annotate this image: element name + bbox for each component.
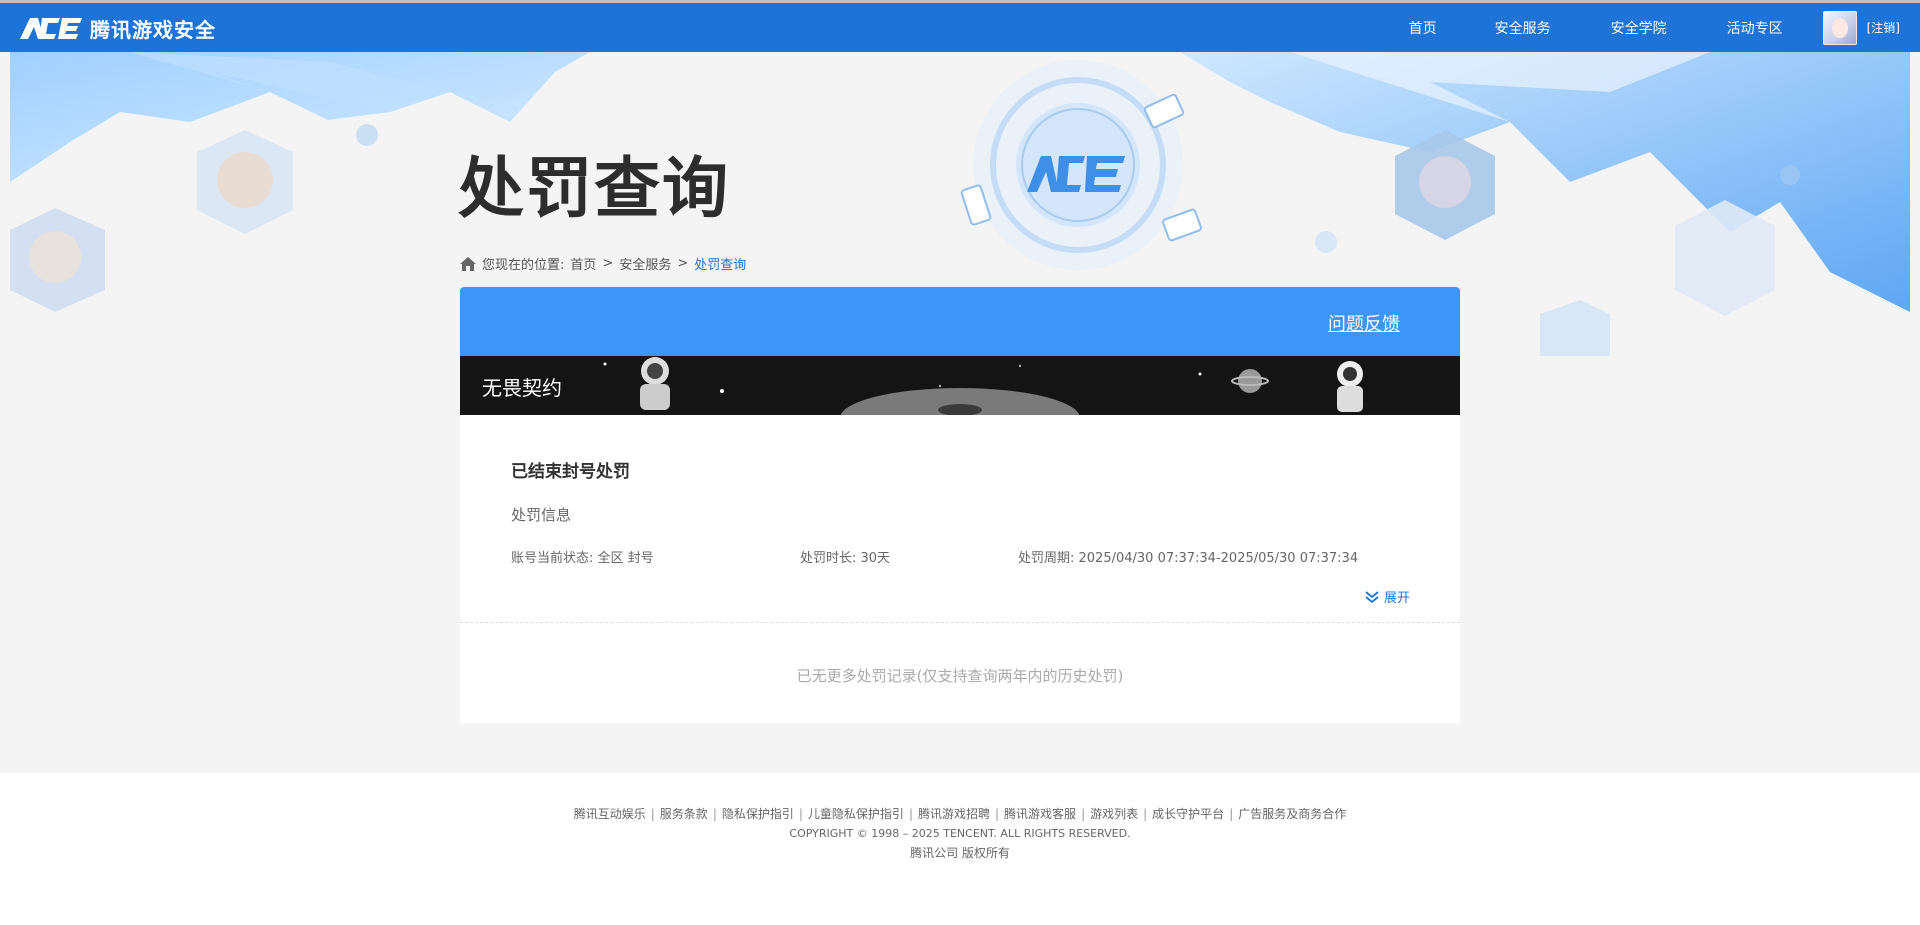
footer-link-support[interactable]: 腾讯游戏客服: [1004, 807, 1076, 821]
footer-link-ads-business[interactable]: 广告服务及商务合作: [1238, 807, 1346, 821]
footer: 腾讯互动娱乐 | 服务条款 | 隐私保护指引 | 儿童隐私保护指引 | 腾讯游戏招聘 | 腾讯游戏客…: [0, 773, 1920, 925]
astronaut-left-icon: [640, 357, 670, 410]
account-status: 账号当前状态: 全区 封号: [511, 551, 654, 566]
hero-hexagon-4: [1675, 200, 1775, 316]
footer-link-terms[interactable]: 服务条款: [660, 807, 708, 821]
planet-icon: [1231, 369, 1269, 393]
ace-logo[interactable]: 腾讯游戏安全: [18, 13, 216, 43]
user-avatar[interactable]: [1822, 10, 1857, 45]
game-name: 无畏契约: [482, 376, 562, 400]
copyright: COPYRIGHT © 1998 – 2025 TENCENT. ALL RIG…: [789, 827, 1131, 840]
top-header: 腾讯游戏安全 首页 安全服务 安全学院 活动专区 [注销]: [0, 0, 1920, 52]
astronaut-right-icon: [1337, 361, 1363, 412]
breadcrumb-separator: >: [677, 256, 689, 271]
punishment-panel: 问题反馈 无畏契约 已结束封号处罚 处罚信息 账号当前状态: 全区 封号 处罚时…: [460, 287, 1460, 723]
ace-logo-icon: [20, 18, 82, 39]
breadcrumb: 您现在的位置: 首页 > 安全服务 > 处罚查询: [460, 254, 746, 273]
punishment-duration: 处罚时长: 30天: [800, 551, 891, 566]
footer-link-game-list[interactable]: 游戏列表: [1090, 807, 1138, 821]
footer-link-jobs[interactable]: 腾讯游戏招聘: [918, 807, 990, 821]
breadcrumb-separator: >: [602, 256, 614, 271]
footer-link-child-privacy[interactable]: 儿童隐私保护指引: [808, 807, 904, 821]
nav-home[interactable]: 首页: [1409, 18, 1437, 38]
footer-link-growth-guard[interactable]: 成长守护平台: [1152, 807, 1224, 821]
nav-security-academy[interactable]: 安全学院: [1611, 18, 1667, 38]
record-title: 已结束封号处罚: [511, 462, 630, 482]
footer-links: 腾讯互动娱乐 | 服务条款 | 隐私保护指引 | 儿童隐私保护指引 | 腾讯游戏招聘 | 腾讯游戏客…: [573, 807, 1347, 821]
breadcrumb-home[interactable]: 首页: [570, 254, 596, 273]
logout-link[interactable]: [注销]: [1867, 19, 1900, 36]
game-banner: 无畏契约: [460, 356, 1460, 415]
expand-button[interactable]: 展开: [1364, 587, 1410, 606]
feedback-link[interactable]: 问题反馈: [1328, 310, 1400, 336]
game-banner-art: [603, 357, 1363, 415]
punishment-record: 已结束封号处罚 处罚信息 账号当前状态: 全区 封号 处罚时长: 30天 处罚周…: [460, 415, 1460, 623]
punishment-period: 处罚周期: 2025/04/30 07:37:34-2025/05/30 07:…: [1018, 551, 1359, 566]
footer-link-privacy[interactable]: 隐私保护指引: [722, 807, 794, 821]
record-details: 账号当前状态: 全区 封号 处罚时长: 30天 处罚周期: 2025/04/30…: [511, 547, 1410, 566]
panel-header: 问题反馈: [460, 287, 1460, 356]
breadcrumb-current: 处罚查询: [694, 258, 747, 273]
home-icon: [460, 256, 476, 271]
expand-label: 展开: [1383, 591, 1410, 606]
main-nav: 首页 安全服务 安全学院 活动专区 [注销]: [1409, 3, 1920, 52]
nav-security-service[interactable]: 安全服务: [1495, 18, 1551, 38]
breadcrumb-security-service[interactable]: 安全服务: [619, 254, 671, 273]
page-title: 处罚查询: [458, 150, 730, 227]
logo-text: 腾讯游戏安全: [90, 17, 216, 42]
breadcrumb-prefix: 您现在的位置:: [482, 258, 565, 273]
chevron-double-down-icon: [1365, 590, 1379, 603]
company-rights: 腾讯公司 版权所有: [910, 846, 1010, 860]
footer-link-interactive-entertainment[interactable]: 腾讯互动娱乐: [574, 807, 646, 821]
no-more-records: 已无更多处罚记录(仅支持查询两年内的历史处罚): [796, 667, 1124, 685]
nav-activity-zone[interactable]: 活动专区: [1727, 18, 1783, 38]
record-subtitle: 处罚信息: [511, 506, 572, 524]
